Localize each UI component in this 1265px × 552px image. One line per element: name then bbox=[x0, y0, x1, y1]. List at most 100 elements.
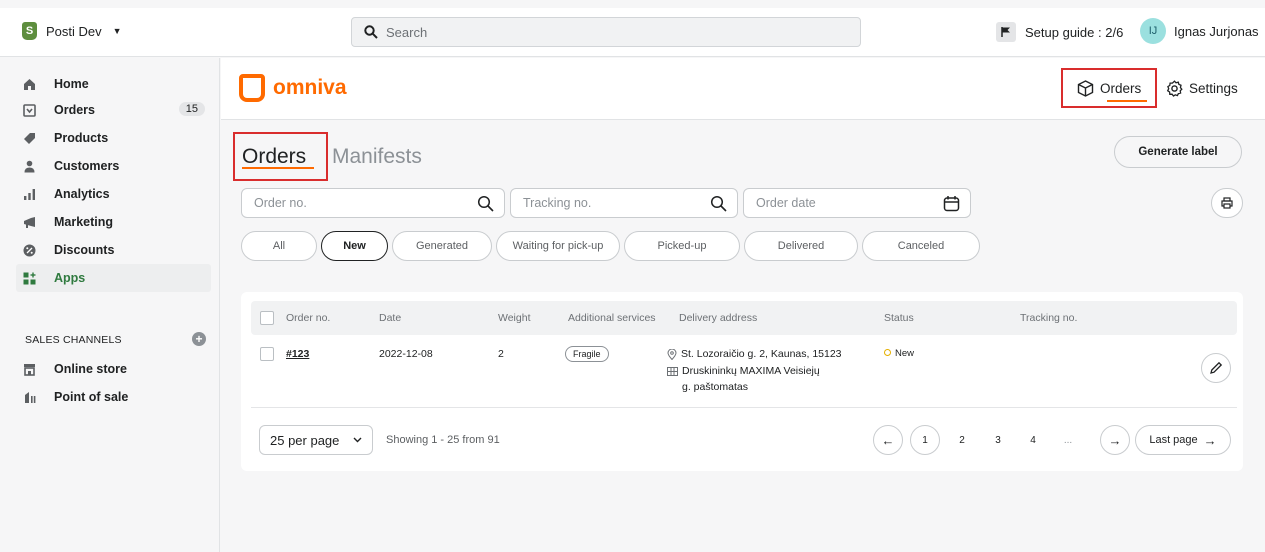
tag-icon bbox=[22, 131, 36, 145]
status-chip-waiting[interactable]: Waiting for pick-up bbox=[496, 231, 620, 261]
next-page-button[interactable]: → bbox=[1100, 425, 1130, 455]
status-chip-all[interactable]: All bbox=[241, 231, 317, 261]
last-page-button[interactable]: Last page → bbox=[1135, 425, 1231, 455]
service-badge: Fragile bbox=[565, 346, 609, 362]
sidebar-item-label: Apps bbox=[54, 271, 86, 285]
sidebar-item-discounts[interactable]: Discounts bbox=[22, 238, 211, 262]
order-date: 2022-12-08 bbox=[379, 348, 433, 360]
row-checkbox[interactable] bbox=[260, 347, 274, 361]
order-link[interactable]: #123 bbox=[286, 348, 309, 360]
sidebar-item-point-of-sale[interactable]: Point of sale bbox=[22, 385, 211, 409]
printer-icon bbox=[1221, 197, 1233, 209]
sidebar-item-label: Online store bbox=[54, 362, 127, 376]
megaphone-icon bbox=[22, 215, 36, 229]
col-status: Status bbox=[884, 312, 914, 324]
store-switcher[interactable]: S Posti Dev ▼ bbox=[22, 22, 122, 40]
page-button[interactable]: 2 bbox=[950, 425, 974, 455]
tracking-no-field[interactable]: Tracking no. bbox=[510, 188, 738, 218]
parcel-locker-icon bbox=[667, 366, 678, 376]
address-line-2: Druskininkų MAXIMA Veisiejų bbox=[667, 365, 820, 377]
address-text: Druskininkų MAXIMA Veisiejų bbox=[682, 365, 820, 377]
edit-order-button[interactable] bbox=[1201, 353, 1231, 383]
sales-channels-heading: SALES CHANNELS bbox=[25, 334, 122, 346]
tracking-placeholder: Tracking no. bbox=[523, 196, 592, 210]
col-delivery-address: Delivery address bbox=[679, 312, 758, 324]
col-order-no: Order no. bbox=[286, 312, 331, 324]
page-button-current[interactable]: 1 bbox=[910, 425, 940, 455]
shopify-logo-icon: S bbox=[22, 22, 37, 40]
status-chip-generated[interactable]: Generated bbox=[392, 231, 492, 261]
sidebar-item-home[interactable]: Home bbox=[22, 72, 211, 96]
sidebar-item-label: Discounts bbox=[54, 243, 115, 257]
app-header: omniva Orders Settings bbox=[221, 58, 1265, 120]
sidebar-item-online-store[interactable]: Online store bbox=[22, 357, 211, 381]
col-date: Date bbox=[379, 312, 402, 324]
orders-icon bbox=[22, 103, 36, 117]
nav-orders-label: Orders bbox=[1100, 80, 1142, 96]
sidebar-item-label: Products bbox=[54, 131, 109, 145]
brand-name: omniva bbox=[273, 76, 347, 99]
chevron-down-icon bbox=[353, 437, 362, 443]
print-button[interactable] bbox=[1211, 188, 1243, 218]
search-icon bbox=[477, 195, 494, 212]
last-page-label: Last page bbox=[1149, 434, 1198, 446]
showing-count: Showing 1 - 25 from 91 bbox=[386, 434, 500, 446]
caret-down-icon: ▼ bbox=[112, 26, 122, 36]
bar-chart-icon bbox=[22, 187, 36, 201]
generate-label-button[interactable]: Generate label bbox=[1114, 136, 1242, 168]
user-menu[interactable]: IJ Ignas Jurjonas bbox=[1140, 18, 1259, 44]
status-badge: New bbox=[884, 348, 914, 359]
per-page-select[interactable]: 25 per page bbox=[259, 425, 373, 455]
nav-orders[interactable]: Orders bbox=[1061, 68, 1157, 108]
omniva-mark-icon bbox=[239, 74, 265, 102]
page-ellipsis: ... bbox=[1063, 434, 1073, 446]
search-placeholder: Search bbox=[386, 24, 428, 40]
calendar-icon bbox=[943, 195, 960, 211]
sidebar-item-label: Marketing bbox=[54, 215, 114, 229]
per-page-value: 25 per page bbox=[270, 432, 340, 448]
page-button[interactable]: 4 bbox=[1021, 425, 1045, 455]
arrow-right-icon: → bbox=[1203, 432, 1217, 448]
setup-guide-button[interactable]: Setup guide : 2/6 bbox=[996, 22, 1123, 42]
sidebar-item-marketing[interactable]: Marketing bbox=[22, 210, 211, 234]
user-name: Ignas Jurjonas bbox=[1174, 23, 1259, 39]
status-text: New bbox=[895, 348, 915, 359]
tab-orders[interactable]: Orders bbox=[233, 132, 328, 181]
order-weight: 2 bbox=[498, 348, 504, 360]
orders-count-badge: 15 bbox=[178, 102, 205, 116]
setup-guide-label: Setup guide : 2/6 bbox=[1025, 24, 1124, 40]
sidebar-item-customers[interactable]: Customers bbox=[22, 154, 211, 178]
sidebar-item-orders[interactable]: Orders 15 bbox=[22, 98, 211, 122]
pos-icon bbox=[22, 390, 36, 404]
add-channel-icon[interactable]: + bbox=[192, 332, 206, 346]
order-date-field[interactable]: Order date bbox=[743, 188, 971, 218]
status-chip-new[interactable]: New bbox=[321, 231, 388, 261]
arrow-right-icon: → bbox=[1108, 432, 1122, 448]
page-button[interactable]: 3 bbox=[986, 425, 1010, 455]
page-tabs: Orders Manifests bbox=[233, 132, 422, 181]
sidebar-item-label: Customers bbox=[54, 159, 120, 173]
tab-manifests[interactable]: Manifests bbox=[332, 145, 422, 169]
gear-icon bbox=[1166, 79, 1183, 97]
sidebar-item-analytics[interactable]: Analytics bbox=[22, 182, 211, 206]
sidebar-item-label: Analytics bbox=[54, 187, 110, 201]
status-chip-picked-up[interactable]: Picked-up bbox=[624, 231, 740, 261]
sidebar-item-label: Point of sale bbox=[54, 390, 129, 404]
table-row: #123 2022-12-08 2 Fragile St. Lozoraičio… bbox=[251, 342, 1237, 408]
home-icon bbox=[22, 77, 36, 91]
status-chip-delivered[interactable]: Delivered bbox=[744, 231, 858, 261]
search-input[interactable]: Search bbox=[351, 17, 861, 47]
address-line-1: St. Lozoraičio g. 2, Kaunas, 15123 bbox=[667, 348, 842, 360]
select-all-checkbox[interactable] bbox=[260, 311, 274, 325]
sidebar-item-apps[interactable]: Apps bbox=[16, 264, 211, 292]
prev-page-button[interactable]: ← bbox=[873, 425, 903, 455]
status-chip-canceled[interactable]: Canceled bbox=[862, 231, 980, 261]
avatar: IJ bbox=[1140, 18, 1166, 44]
search-icon bbox=[364, 25, 378, 39]
sidebar-item-label: Orders bbox=[54, 103, 95, 117]
order-no-field[interactable]: Order no. bbox=[241, 188, 505, 218]
order-no-placeholder: Order no. bbox=[254, 196, 307, 210]
sidebar-item-products[interactable]: Products bbox=[22, 126, 211, 150]
sidebar: Home Orders 15 Products Customers Analyt… bbox=[0, 58, 220, 552]
nav-settings[interactable]: Settings bbox=[1166, 68, 1238, 108]
